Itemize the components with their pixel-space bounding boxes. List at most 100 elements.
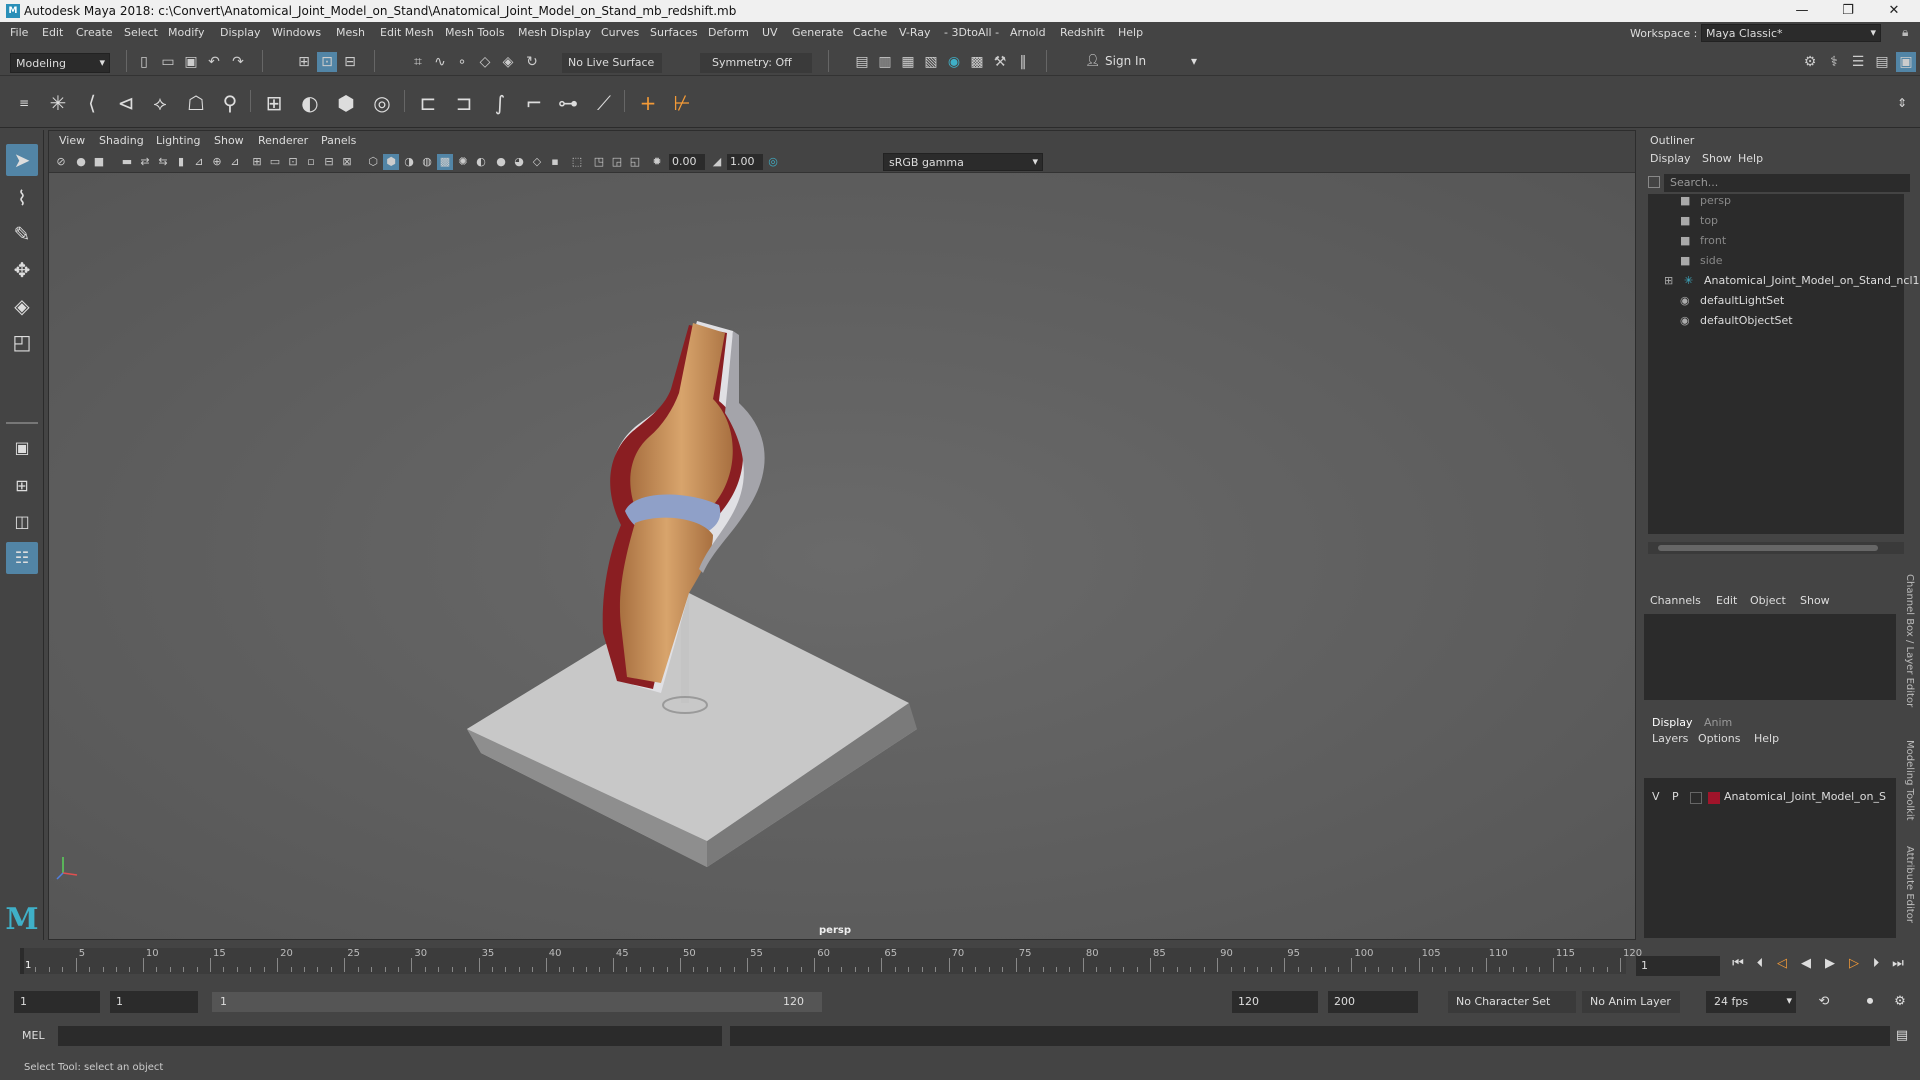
parent-constraint-icon[interactable]: +	[634, 89, 662, 117]
gate-mask-icon[interactable]: ⊡	[285, 154, 301, 170]
menu-redshift[interactable]: Redshift	[1060, 26, 1105, 39]
new-scene-icon[interactable]: ▯	[134, 52, 154, 72]
step-forward-frame-icon[interactable]: ▷	[1844, 954, 1864, 974]
menu-edit[interactable]: Edit	[42, 26, 63, 39]
textured-icon[interactable]: ▩	[437, 154, 453, 170]
two-pane-icon[interactable]: ◫	[6, 506, 38, 538]
ao-icon[interactable]: ●	[493, 154, 509, 170]
menu-surfaces[interactable]: Surfaces	[650, 26, 698, 39]
wireframe-on-shaded-icon[interactable]: ◍	[419, 154, 435, 170]
layer-visibility-toggle[interactable]: V	[1652, 790, 1660, 803]
select-component-icon[interactable]: ⊟	[340, 52, 360, 72]
layers-menu-layers[interactable]: Layers	[1652, 732, 1688, 745]
outliner-search-input[interactable]: Search...	[1664, 174, 1910, 192]
layers-menu-options[interactable]: Options	[1698, 732, 1740, 745]
step-back-key-icon[interactable]: ⏴	[1750, 954, 1770, 974]
menu-arnold[interactable]: Arnold	[1010, 26, 1046, 39]
move-tool-icon[interactable]: ✥	[6, 254, 38, 286]
bookmark-icon[interactable]: ■	[91, 154, 107, 170]
script-language-label[interactable]: MEL	[22, 1029, 45, 1042]
bend-icon[interactable]: ∫	[486, 89, 514, 117]
filter-icon[interactable]	[1648, 176, 1660, 188]
layer-color-swatch[interactable]	[1708, 792, 1720, 804]
paint-weights-icon[interactable]: ◐	[296, 89, 324, 117]
viewport-panel[interactable]: View Shading Lighting Show Renderer Pane…	[48, 130, 1636, 940]
playback-end-field[interactable]: 120	[1232, 991, 1318, 1013]
human-ik-shelf-icon[interactable]: ☖	[182, 89, 210, 117]
layer-type-toggle[interactable]	[1690, 792, 1702, 804]
menu-deform[interactable]: Deform	[708, 26, 749, 39]
render-setup-icon[interactable]: ▩	[967, 52, 987, 72]
select-object-icon[interactable]: ⊡	[317, 52, 337, 72]
layer-row[interactable]: V P Anatomical_Joint_Model_on_S	[1644, 790, 1896, 808]
lights-icon[interactable]: ✺	[455, 154, 471, 170]
cluster-icon[interactable]: ⊏	[414, 89, 442, 117]
bookmark-2-icon[interactable]: ▮	[173, 154, 189, 170]
image-plane-icon[interactable]: ▬	[119, 154, 135, 170]
anim-layer-dropdown[interactable]: No Anim Layer	[1582, 991, 1680, 1013]
viewport-menu-lighting[interactable]: Lighting	[156, 134, 200, 147]
field-chart-icon[interactable]: ⊿	[227, 154, 243, 170]
character-set-dropdown[interactable]: No Character Set	[1448, 991, 1576, 1013]
snap-edge-icon[interactable]: ↻	[522, 52, 542, 72]
grid-icon[interactable]: ⊞	[249, 154, 265, 170]
backface-icon[interactable]: ◱	[627, 154, 643, 170]
list-item[interactable]: ⊞ ✳ Anatomical_Joint_Model_on_Stand_ncl1	[1664, 274, 1920, 292]
outliner-menu-display[interactable]: Display	[1650, 152, 1691, 165]
channelbox-menu-show[interactable]: Show	[1800, 594, 1830, 607]
menu-vray[interactable]: V-Ray	[899, 26, 931, 39]
animation-prefs-icon[interactable]: ⚙︎	[1890, 992, 1910, 1012]
motion-blur-icon[interactable]: ◕	[511, 154, 527, 170]
range-bar[interactable]: 1 120	[212, 992, 822, 1012]
overscan-icon[interactable]: ▫	[303, 154, 319, 170]
menu-set-dropdown[interactable]: Modeling ▾	[10, 53, 110, 73]
lock-icon[interactable]: 🔒︎	[1902, 25, 1916, 41]
minimize-button[interactable]: —	[1784, 1, 1820, 21]
menu-create[interactable]: Create	[76, 26, 113, 39]
close-button[interactable]: ✕	[1876, 1, 1912, 21]
blend-shape-icon[interactable]: ⬢	[332, 89, 360, 117]
playback-start-field[interactable]: 1	[110, 991, 198, 1013]
snap-point-icon[interactable]: ∘	[452, 52, 472, 72]
menu-mesh[interactable]: Mesh	[336, 26, 365, 39]
tab-modeling-toolkit[interactable]: Modeling Toolkit	[1904, 740, 1915, 821]
select-camera-icon[interactable]: ⊘	[53, 154, 69, 170]
ik-spline-icon[interactable]: ⊲	[112, 89, 140, 117]
xray-joints-icon[interactable]: ◲	[609, 154, 625, 170]
color-management-icon[interactable]: ◎	[765, 154, 781, 170]
skeleton-icon[interactable]: ⚲	[216, 89, 244, 117]
play-forward-icon[interactable]: ▶	[1820, 954, 1840, 974]
shelf-scroll-icon[interactable]: ⇕	[1888, 89, 1916, 117]
anti-alias-icon[interactable]: ◇	[529, 154, 545, 170]
human-ik-icon[interactable]: ⚕︎	[1824, 52, 1844, 72]
default-material-icon[interactable]: ◑	[401, 154, 417, 170]
outliner-layout-icon[interactable]: ☷	[6, 542, 38, 574]
open-scene-icon[interactable]: ▭	[158, 52, 178, 72]
snap-view-icon[interactable]: ◇	[475, 52, 495, 72]
safe-action-icon[interactable]: ⊟	[321, 154, 337, 170]
step-back-frame-icon[interactable]: ◁	[1772, 954, 1792, 974]
render-view-icon[interactable]: ▤	[852, 52, 872, 72]
lattice-icon[interactable]: ⊐	[450, 89, 478, 117]
wireframe-icon[interactable]: ⬡	[365, 154, 381, 170]
loop-icon[interactable]: ⟲	[1814, 992, 1834, 1012]
exposure-field[interactable]: 0.00	[669, 154, 705, 170]
bind-skin-icon[interactable]: ⊞	[260, 89, 288, 117]
menu-select[interactable]: Select	[124, 26, 158, 39]
wrap-deformer-icon[interactable]: ◎	[368, 89, 396, 117]
lasso-tool-icon[interactable]: ⌇	[6, 182, 38, 214]
channelbox-menu-object[interactable]: Object	[1750, 594, 1786, 607]
hypershade-icon[interactable]: ◉	[944, 52, 964, 72]
paint-select-icon[interactable]: ✎	[6, 218, 38, 250]
viewport-menu-panels[interactable]: Panels	[321, 134, 356, 147]
menu-mesh-display[interactable]: Mesh Display	[518, 26, 591, 39]
shadows-icon[interactable]: ◐	[473, 154, 489, 170]
animation-end-field[interactable]: 200	[1328, 991, 1418, 1013]
go-to-start-icon[interactable]: ⏮	[1728, 954, 1748, 974]
rotate-tool-icon[interactable]: ◈	[6, 290, 38, 322]
shelf-menu-icon[interactable]: ≡	[10, 89, 38, 117]
menu-windows[interactable]: Windows	[272, 26, 321, 39]
menu-modify[interactable]: Modify	[168, 26, 204, 39]
go-to-end-icon[interactable]: ⏭	[1888, 954, 1908, 974]
twist-icon[interactable]: ⌐	[520, 89, 548, 117]
